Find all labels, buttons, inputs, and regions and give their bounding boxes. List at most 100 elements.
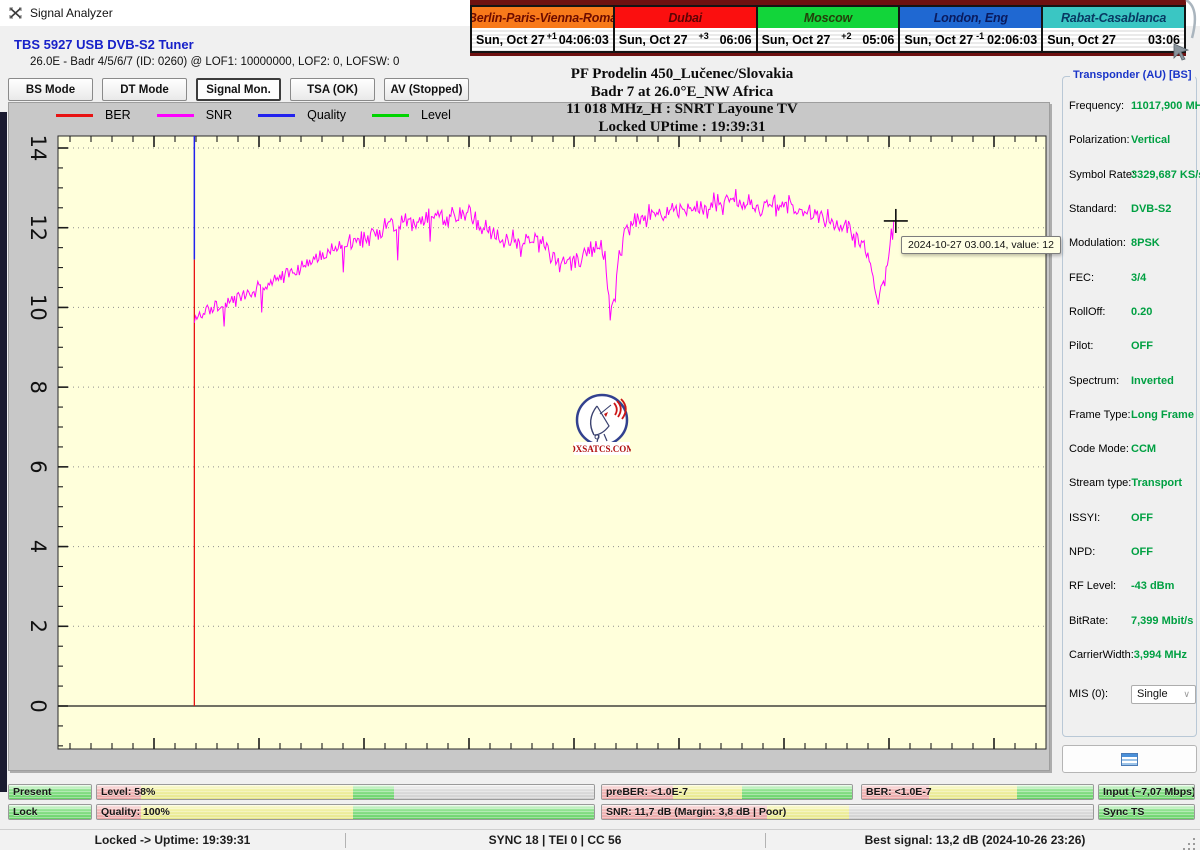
transponder-row-label: Spectrum: <box>1069 375 1131 387</box>
clock-london-eng: London, EngSun, Oct 27-102:06:03 <box>900 7 1043 51</box>
clock-utc-offset: +3 <box>698 31 708 41</box>
signal-analyzer-window: Signal Analyzer Berlin-Paris-Vienna-Roma… <box>0 0 1200 850</box>
clock-date: Sun, Oct 27 <box>904 33 973 47</box>
legend-item-quality: Quality <box>258 108 346 122</box>
legend-label: Quality <box>307 108 346 122</box>
snr-chart[interactable]: 02468101214 <box>9 103 1051 772</box>
transponder-row-value: Long Frame <box>1131 409 1194 421</box>
clock-date: Sun, Oct 27 <box>619 33 688 47</box>
arrow-decoration <box>1172 42 1196 62</box>
clock-berlin-paris-vienna-roma: Berlin-Paris-Vienna-RomaSun, Oct 27+104:… <box>472 7 615 51</box>
app-icon <box>8 5 24 21</box>
clock-time-row: Sun, Oct 2703:06 <box>1043 28 1184 51</box>
bar-segment-yellow <box>141 785 353 799</box>
legend-item-snr: SNR <box>157 108 232 122</box>
level-bar: Level: 58% <box>96 784 595 800</box>
tab-dt-mode[interactable]: DT Mode <box>102 78 187 101</box>
y-tick-label-2: 2 <box>26 620 50 633</box>
mis-label: MIS (0): <box>1069 688 1123 700</box>
lock-bar-label: Lock <box>13 805 38 819</box>
transponder-row-value: -43 dBm <box>1131 580 1174 592</box>
y-tick-label-4: 4 <box>26 540 50 553</box>
transponder-row-label: Frequency: <box>1069 100 1131 112</box>
legend-line-swatch <box>372 114 409 117</box>
clock-city-label: Rabat-Casablanca <box>1043 7 1184 28</box>
chart-tooltip: 2024-10-27 03.00.14, value: 12 <box>901 236 1061 254</box>
transponder-row-value: 3/4 <box>1131 272 1146 284</box>
present-bar: Present <box>8 784 92 800</box>
tab-signal-mon-[interactable]: Signal Mon. <box>196 78 281 101</box>
mis-select[interactable]: Single ∨ <box>1131 685 1196 704</box>
input-bar: Input (~7,07 Mbps) <box>1098 784 1195 800</box>
clock-utc-offset: +2 <box>841 31 851 41</box>
transponder-panel: Transponder (AU) [BS] Frequency:11017,90… <box>1062 76 1197 737</box>
clock-utc-offset: +1 <box>547 31 557 41</box>
transponder-row-fec-: FEC:3/4 <box>1069 260 1196 294</box>
clock-bottom-strip <box>470 53 1186 56</box>
transponder-row-value: OFF <box>1131 546 1153 558</box>
transponder-list-button[interactable] <box>1062 745 1197 773</box>
y-tick-label-8: 8 <box>26 380 50 393</box>
legend-item-level: Level <box>372 108 451 122</box>
clock-time-row: Sun, Oct 27+104:06:03 <box>472 28 613 51</box>
transponder-row-label: Symbol Rate: <box>1069 169 1131 181</box>
transponder-row-label: Code Mode: <box>1069 443 1131 455</box>
bar-segment-gray <box>849 805 1093 819</box>
tab-av-stopped-[interactable]: AV (Stopped) <box>384 78 469 101</box>
chart-panel: 02468101214 <box>8 102 1050 771</box>
y-tick-label-6: 6 <box>26 460 50 473</box>
transponder-row-label: ISSYI: <box>1069 512 1131 524</box>
transponder-row-frame-type-: Frame Type:Long Frame <box>1069 398 1196 432</box>
transponder-row-carrierwidth-: CarrierWidth:3,994 MHz <box>1069 638 1196 672</box>
quality-bar-label: Quality: 100% <box>101 805 170 819</box>
bar-segment-green <box>353 805 594 819</box>
clock-time: 05:06 <box>862 33 894 47</box>
world-clocks: Berlin-Paris-Vienna-RomaSun, Oct 27+104:… <box>470 5 1186 53</box>
legend-label: BER <box>105 108 131 122</box>
tab-tsa-ok-[interactable]: TSA (OK) <box>290 78 375 101</box>
transponder-row-frequency-: Frequency:11017,900 MHz <box>1069 89 1196 123</box>
bar-segment-yellow <box>141 805 353 819</box>
transponder-row-value: OFF <box>1131 512 1153 524</box>
transponder-row-label: NPD: <box>1069 546 1131 558</box>
transponder-row-value: 8PSK <box>1131 237 1160 249</box>
clock-date: Sun, Oct 27 <box>1047 33 1116 47</box>
snr-bar-label: SNR: 11,7 dB (Margin: 3,8 dB | Poor) <box>606 805 786 819</box>
clock-city-label: Moscow <box>758 7 899 28</box>
dxsatcs-logo-text: DXSATCS.COM <box>573 444 631 454</box>
bar-segment-gray <box>394 785 594 799</box>
status-bar: Locked -> Uptime: 19:39:31 SYNC 18 | TEI… <box>0 829 1200 850</box>
transponder-row-label: Stream type: <box>1069 477 1131 489</box>
transponder-row-label: BitRate: <box>1069 615 1131 627</box>
clock-time-row: Sun, Oct 27-102:06:03 <box>900 28 1041 51</box>
clock-date: Sun, Oct 27 <box>476 33 545 47</box>
ber-bar-label: BER: <1.0E-7 <box>866 785 932 799</box>
mis-selected-value: Single <box>1137 688 1168 700</box>
plot-area[interactable] <box>58 136 1046 749</box>
transponder-row-rf-level-: RF Level:-43 dBm <box>1069 569 1196 603</box>
transponder-row-value: 0.20 <box>1131 306 1152 318</box>
ber-bar: BER: <1.0E-7 <box>861 784 1094 800</box>
level-bar-label: Level: 58% <box>101 785 155 799</box>
bar-segment-green <box>1017 785 1093 799</box>
transponder-row-value: 11017,900 MHz <box>1131 100 1200 112</box>
clock-rabat-casablanca: Rabat-CasablancaSun, Oct 2703:06 <box>1043 7 1184 51</box>
tab-bs-mode[interactable]: BS Mode <box>8 78 93 101</box>
preber-bar: preBER: <1.0E-7 <box>601 784 853 800</box>
resize-grip[interactable] <box>1183 838 1196 850</box>
clock-moscow: MoscowSun, Oct 27+205:06 <box>758 7 901 51</box>
clock-time: 06:06 <box>720 33 752 47</box>
clock-city-label: Dubai <box>615 7 756 28</box>
transponder-rows: Frequency:11017,900 MHzPolarization:Vert… <box>1063 77 1196 672</box>
legend-label: Level <box>421 108 451 122</box>
transponder-row-label: RF Level: <box>1069 580 1131 592</box>
clock-utc-offset: -1 <box>976 31 984 41</box>
transponder-row-label: Standard: <box>1069 203 1131 215</box>
left-edge-strip <box>0 112 7 792</box>
transponder-row-label: CarrierWidth: <box>1069 649 1134 661</box>
status-sync-counters: SYNC 18 | TEI 0 | CC 56 <box>345 833 765 847</box>
transponder-row-label: RollOff: <box>1069 306 1131 318</box>
syncts-bar-label: Sync TS <box>1103 805 1144 819</box>
transponder-row-spectrum-: Spectrum:Inverted <box>1069 363 1196 397</box>
list-icon <box>1121 753 1138 766</box>
